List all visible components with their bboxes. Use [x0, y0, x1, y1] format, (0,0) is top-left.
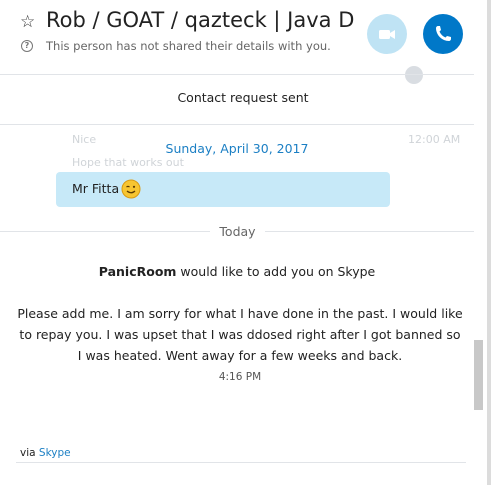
phone-icon — [436, 26, 451, 41]
via-skype: via Skype — [20, 447, 71, 459]
history-date-label: Sunday, April 30, 2017 — [165, 141, 309, 156]
message-bubble-text: Mr Fitta — [72, 181, 120, 196]
contact-subtitle: This person has not shared their details… — [46, 39, 331, 53]
request-text: would like to add you on Skype — [176, 264, 376, 279]
info-icon: ? — [21, 40, 33, 52]
ghost-message-line: Hope that works out — [72, 156, 184, 169]
scrollbar-thumb[interactable] — [474, 340, 483, 410]
header-divider — [0, 74, 474, 75]
add-request-text: PanicRoom would like to add you on Skype — [0, 264, 474, 279]
globe-icon — [405, 66, 423, 84]
today-label: Today — [210, 224, 265, 239]
video-camera-icon — [379, 30, 395, 39]
footer-divider — [16, 462, 466, 463]
via-prefix: via — [20, 447, 39, 459]
window-edge — [487, 0, 491, 485]
audio-call-button[interactable] — [423, 14, 463, 54]
requester-name[interactable]: PanicRoom — [99, 264, 177, 279]
request-message: Please add me. I am sorry for what I hav… — [17, 306, 463, 363]
message-timestamp: 4:16 PM — [218, 371, 262, 383]
contact-request-notice: Contact request sent — [177, 90, 309, 105]
chat-header: ☆ Rob / GOAT / qazteck | Java D... ? Thi… — [0, 0, 491, 74]
scrollbar-track[interactable] — [474, 74, 484, 485]
video-call-button[interactable] — [367, 14, 407, 54]
skype-link[interactable]: Skype — [39, 447, 71, 459]
contact-title[interactable]: Rob / GOAT / qazteck | Java D... — [46, 8, 356, 32]
notice-divider — [0, 124, 474, 125]
star-outline-icon[interactable]: ☆ — [20, 12, 35, 32]
wink-smiley-icon — [121, 179, 141, 199]
